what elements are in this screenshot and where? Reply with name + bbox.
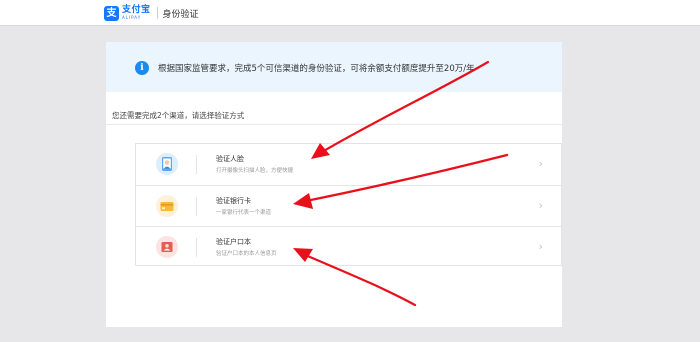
- annotation-arrow-1: [311, 60, 490, 159]
- annotation-arrow-2: [293, 153, 509, 209]
- annotation-arrow-3: [293, 248, 417, 307]
- annotation-arrows: [293, 60, 509, 307]
